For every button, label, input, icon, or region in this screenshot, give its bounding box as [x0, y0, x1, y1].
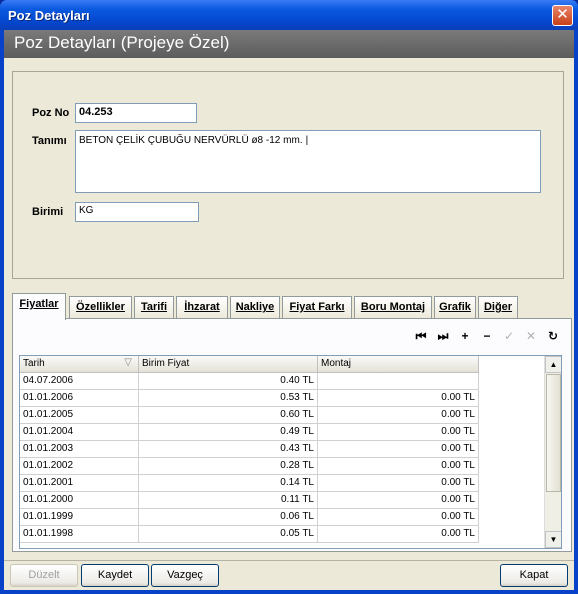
grid-rows: 04.07.2006 0.40 TL 01.01.2006 0.53 TL 0.00 … — [20, 373, 480, 543]
tanimi-label: Tanımı — [32, 135, 67, 147]
tab-nakliye[interactable]: Nakliye — [230, 296, 280, 319]
close-button[interactable]: ✕ — [552, 5, 573, 26]
vertical-scrollbar[interactable]: ▲ ▼ — [544, 356, 561, 548]
add-record-icon[interactable]: + — [458, 329, 472, 343]
scroll-thumb[interactable] — [546, 374, 561, 492]
divider — [4, 560, 574, 561]
tab-diger[interactable]: Diğer — [478, 296, 518, 319]
tab-tarifi[interactable]: Tarifi — [134, 296, 174, 319]
scroll-down-icon[interactable]: ▼ — [545, 531, 561, 548]
table-row[interactable]: 01.01.2000 0.11 TL 0.00 TL — [20, 492, 480, 509]
title-bar[interactable]: Poz Detayları ✕ — [0, 0, 578, 30]
vazgec-button[interactable]: Vazgeç — [151, 564, 219, 587]
table-row[interactable]: 01.01.2001 0.14 TL 0.00 TL — [20, 475, 480, 492]
duzelt-button[interactable]: Düzelt — [10, 564, 78, 587]
table-row[interactable]: 01.01.2002 0.28 TL 0.00 TL — [20, 458, 480, 475]
grid-header: Tarih ▽ Birim Fiyat Montaj — [20, 356, 480, 373]
dialog-window: Poz Detayları ✕ Poz Detayları (Projeye Ö… — [0, 0, 578, 594]
table-row[interactable]: 04.07.2006 0.40 TL — [20, 373, 480, 390]
details-form: Poz No 04.253 Tanımı BETON ÇELİK ÇUBUĞU … — [12, 71, 564, 279]
window-title: Poz Detayları — [8, 8, 90, 23]
tab-fiyatlar[interactable]: Fiyatlar — [12, 293, 66, 320]
fiyatlar-panel: ⏮ ⏭ + − ✓ ✕ ↻ Tarih ▽ Birim Fiyat Montaj… — [12, 318, 572, 552]
tab-boru-montaj[interactable]: Boru Montaj — [354, 296, 432, 319]
tab-ihzarat[interactable]: İhzarat — [176, 296, 228, 319]
header-band: Poz Detayları (Projeye Özel) — [4, 30, 574, 58]
poz-no-label: Poz No — [32, 107, 70, 119]
last-record-icon[interactable]: ⏭ — [436, 329, 450, 343]
first-record-icon[interactable]: ⏮ — [414, 329, 428, 343]
page-title: Poz Detayları (Projeye Özel) — [14, 33, 230, 52]
table-row[interactable]: 01.01.1998 0.05 TL 0.00 TL — [20, 526, 480, 543]
confirm-icon[interactable]: ✓ — [502, 329, 516, 343]
sort-arrow-icon: ▽ — [124, 357, 132, 368]
tanimi-textarea[interactable]: BETON ÇELİK ÇUBUĞU NERVÜRLÜ ø8 -12 mm. | — [75, 130, 541, 193]
kaydet-button[interactable]: Kaydet — [81, 564, 149, 587]
poz-no-input[interactable]: 04.253 — [75, 103, 197, 123]
close-icon: ✕ — [556, 6, 569, 23]
table-row[interactable]: 01.01.2006 0.53 TL 0.00 TL — [20, 390, 480, 407]
table-row[interactable]: 01.01.2003 0.43 TL 0.00 TL — [20, 441, 480, 458]
refresh-icon[interactable]: ↻ — [546, 329, 560, 343]
cancel-icon[interactable]: ✕ — [524, 329, 538, 343]
birimi-input[interactable]: KG — [75, 202, 199, 222]
tab-ozellikler[interactable]: Özellikler — [69, 296, 132, 319]
tab-grafik[interactable]: Grafik — [434, 296, 476, 319]
tab-strip: Fiyatlar Özellikler Tarifi İhzarat Nakli… — [12, 293, 572, 320]
client-area: Poz Detayları (Projeye Özel) Poz No 04.2… — [4, 30, 574, 590]
delete-record-icon[interactable]: − — [480, 329, 494, 343]
tab-fiyat-farki[interactable]: Fiyat Farkı — [282, 296, 352, 319]
prices-grid: Tarih ▽ Birim Fiyat Montaj 04.07.2006 0.4… — [19, 355, 562, 549]
table-row[interactable]: 01.01.1999 0.06 TL 0.00 TL — [20, 509, 480, 526]
table-row[interactable]: 01.01.2005 0.60 TL 0.00 TL — [20, 407, 480, 424]
kapat-button[interactable]: Kapat — [500, 564, 568, 587]
table-row[interactable]: 01.01.2004 0.49 TL 0.00 TL — [20, 424, 480, 441]
column-header-tarih[interactable]: Tarih ▽ — [20, 356, 139, 373]
column-header-birim-fiyat[interactable]: Birim Fiyat — [139, 356, 318, 373]
birimi-label: Birimi — [32, 206, 64, 218]
tanimi-text: BETON ÇELİK ÇUBUĞU NERVÜRLÜ ø8 -12 mm. — [79, 135, 303, 146]
scroll-up-icon[interactable]: ▲ — [545, 356, 561, 373]
column-header-montaj[interactable]: Montaj — [318, 356, 479, 373]
